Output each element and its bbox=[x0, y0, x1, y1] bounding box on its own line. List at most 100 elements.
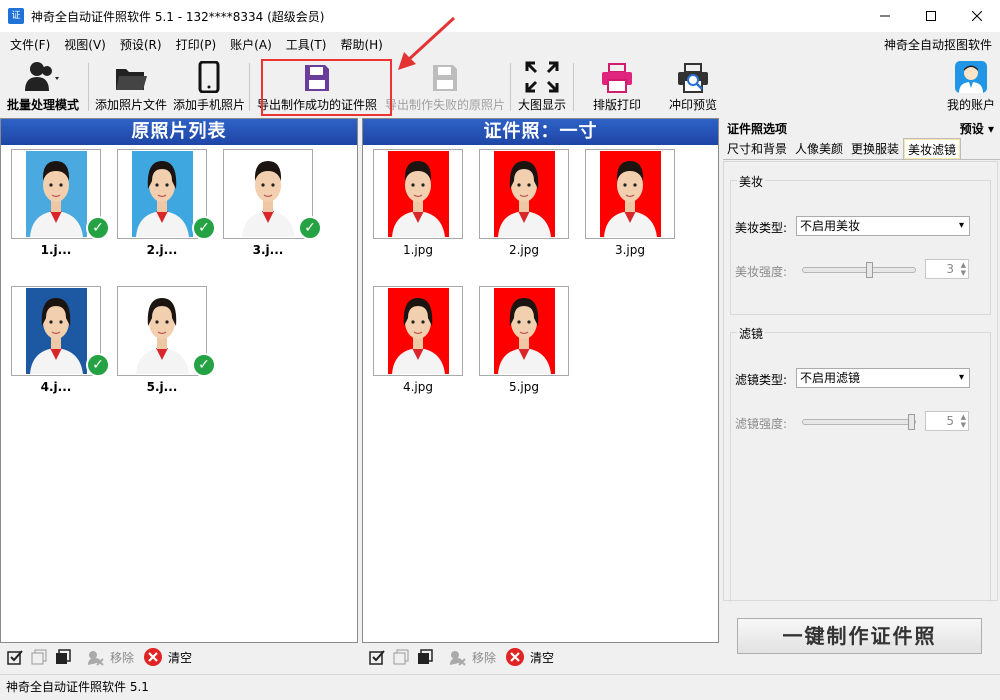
uncheck-all-icon[interactable] bbox=[30, 648, 48, 666]
photo-thumbnail[interactable]: ✓ bbox=[117, 286, 216, 377]
add-files-button[interactable]: 添加照片文件 bbox=[91, 59, 171, 117]
make-id-photo-button[interactable]: 一键制作证件照 bbox=[737, 618, 982, 654]
photo-filename: 2.j... bbox=[146, 243, 178, 257]
menu-tools[interactable]: 工具(T) bbox=[279, 34, 334, 56]
photo-thumbnail[interactable] bbox=[373, 149, 463, 239]
my-account-label: 我的账户 bbox=[946, 98, 995, 112]
minimize-icon[interactable] bbox=[862, 0, 908, 32]
menu-view[interactable]: 视图(V) bbox=[57, 34, 113, 56]
photo-thumbnail[interactable]: ✓ bbox=[11, 286, 110, 377]
layout-print-label: 排版打印 bbox=[592, 98, 641, 112]
tab-makeup-filter[interactable]: 美妆滤镜 bbox=[903, 138, 962, 159]
makeup-strength-slider[interactable] bbox=[802, 262, 916, 278]
remove-icon[interactable] bbox=[86, 648, 104, 666]
makeup-strength-spinner[interactable]: 3 ▲ ▼ bbox=[925, 259, 969, 279]
spinner-arrows-icon[interactable]: ▲ ▼ bbox=[961, 413, 966, 429]
photo-filename: 5.j... bbox=[146, 380, 178, 394]
portrait-image bbox=[600, 151, 661, 237]
makeup-strength-value: 3 bbox=[946, 262, 954, 276]
photo-thumbnail[interactable] bbox=[479, 149, 569, 239]
invert-selection-icon[interactable] bbox=[54, 648, 72, 666]
tab-content: 美妆 美妆类型: 不启用美妆 美妆强度: 3 ▲▼ 滤镜 滤镜类型: 不启用滤镜… bbox=[723, 161, 998, 602]
tab-change-clothes[interactable]: 更换服装 bbox=[847, 138, 903, 159]
menu-account[interactable]: 账户(A) bbox=[223, 34, 279, 56]
batch-mode-label: 批量处理模式 bbox=[6, 98, 79, 112]
invert-selection-icon[interactable] bbox=[416, 648, 434, 666]
preset-dropdown[interactable]: 预设 ▾ bbox=[960, 120, 994, 137]
photo-filename: 5.jpg bbox=[508, 380, 540, 394]
title-bar: 证 神奇全自动证件照软件 5.1 - 132****8334 (超级会员) bbox=[0, 0, 1000, 32]
my-account-button[interactable]: 我的账户 bbox=[942, 59, 1000, 117]
toolbar-separator bbox=[510, 63, 511, 111]
uncheck-all-icon[interactable] bbox=[392, 648, 410, 666]
print-preview-label: 冲印预览 bbox=[668, 98, 717, 112]
printer-icon bbox=[602, 63, 632, 93]
portrait-image bbox=[26, 151, 87, 237]
success-check-icon: ✓ bbox=[192, 353, 216, 377]
photo-thumbnail[interactable] bbox=[479, 286, 569, 376]
toolbar-separator bbox=[88, 63, 89, 111]
menu-help[interactable]: 帮助(H) bbox=[333, 34, 389, 56]
filter-strength-value: 5 bbox=[946, 414, 954, 428]
photo-filename: 1.j... bbox=[40, 243, 72, 257]
id-photo-options-panel: 证件照选项 预设 ▾ 尺寸和背景 人像美颜 更换服装 美妆滤镜 美妆 美妆类型:… bbox=[721, 118, 1000, 671]
users-icon bbox=[25, 62, 59, 91]
filter-strength-slider[interactable] bbox=[802, 414, 916, 430]
clear-icon[interactable] bbox=[506, 648, 525, 666]
clear-icon[interactable] bbox=[144, 648, 163, 666]
filter-strength-label: 滤镜强度: bbox=[735, 417, 788, 431]
window-title: 神奇全自动证件照软件 5.1 - 132****8334 (超级会员) bbox=[31, 9, 325, 24]
options-title: 证件照选项 bbox=[727, 121, 788, 136]
print-preview-button[interactable]: 冲印预览 bbox=[658, 59, 728, 117]
makeup-strength-label: 美妆强度: bbox=[735, 265, 788, 279]
batch-mode-button[interactable]: 批量处理模式 bbox=[0, 59, 86, 117]
makeup-strength-thumb[interactable] bbox=[866, 262, 873, 278]
portrait-image bbox=[494, 288, 555, 374]
check-all-icon[interactable] bbox=[368, 648, 386, 666]
options-header: 证件照选项 预设 ▾ bbox=[721, 118, 1000, 138]
clear-label[interactable]: 清空 bbox=[530, 649, 554, 666]
layout-print-button[interactable]: 排版打印 bbox=[576, 59, 658, 117]
large-view-button[interactable]: 大图显示 bbox=[513, 59, 571, 117]
export-failed-label: 导出制作失败的原照片 bbox=[384, 98, 505, 112]
makeup-type-value: 不启用美妆 bbox=[800, 219, 861, 233]
makeup-type-select[interactable]: 不启用美妆 bbox=[796, 216, 970, 236]
export-success-label: 导出制作成功的证件照 bbox=[256, 98, 377, 112]
filter-type-select[interactable]: 不启用滤镜 bbox=[796, 368, 970, 388]
menu-print[interactable]: 打印(P) bbox=[169, 34, 224, 56]
remove-label[interactable]: 移除 bbox=[110, 649, 134, 666]
spinner-arrows-icon[interactable]: ▲ ▼ bbox=[961, 261, 966, 277]
folder-icon bbox=[116, 69, 147, 90]
success-check-icon: ✓ bbox=[86, 216, 110, 240]
app-icon: 证 bbox=[8, 8, 24, 24]
close-icon[interactable] bbox=[954, 0, 1000, 32]
remove-icon[interactable] bbox=[448, 648, 466, 666]
menu-file[interactable]: 文件(F) bbox=[0, 34, 57, 56]
add-phone-button[interactable]: 添加手机照片 bbox=[171, 59, 247, 117]
tab-portrait-beauty[interactable]: 人像美颜 bbox=[791, 138, 847, 159]
export-failed-button[interactable]: 导出制作失败的原照片 bbox=[382, 59, 508, 117]
photo-thumbnail[interactable] bbox=[585, 149, 675, 239]
photo-thumbnail[interactable]: ✓ bbox=[117, 149, 216, 240]
photo-thumbnail[interactable]: ✓ bbox=[223, 149, 322, 240]
portrait-image bbox=[26, 288, 87, 374]
filter-strength-spinner[interactable]: 5 ▲ ▼ bbox=[925, 411, 969, 431]
maximize-icon[interactable] bbox=[908, 0, 954, 32]
filter-group: 滤镜 滤镜类型: 不启用滤镜 滤镜强度: 5 ▲▼ bbox=[730, 325, 991, 602]
id-photos-title: 证件照：一寸 bbox=[363, 119, 718, 145]
filter-strength-thumb[interactable] bbox=[908, 414, 915, 430]
photo-thumbnail[interactable]: ✓ bbox=[11, 149, 110, 240]
clear-label[interactable]: 清空 bbox=[168, 649, 192, 666]
left-bottom-bar: 移除 清空 bbox=[0, 643, 358, 671]
tab-size-background[interactable]: 尺寸和背景 bbox=[723, 138, 791, 159]
original-photos-panel: 原照片列表 ✓ 1.j... ✓ 2.j... ✓ 3.j... ✓ 4.j... ✓ 5.j..… bbox=[0, 118, 358, 643]
portrait-image bbox=[132, 151, 193, 237]
matting-software-link[interactable]: 神奇全自动抠图软件 bbox=[884, 34, 992, 56]
check-all-icon[interactable] bbox=[6, 648, 24, 666]
export-success-button[interactable]: 导出制作成功的证件照 bbox=[252, 59, 382, 117]
menu-preset[interactable]: 预设(R) bbox=[113, 34, 169, 56]
photo-thumbnail[interactable] bbox=[373, 286, 463, 376]
remove-label[interactable]: 移除 bbox=[472, 649, 496, 666]
options-tabs: 尺寸和背景 人像美颜 更换服装 美妆滤镜 bbox=[723, 138, 1000, 160]
toolbar-separator bbox=[249, 63, 250, 111]
